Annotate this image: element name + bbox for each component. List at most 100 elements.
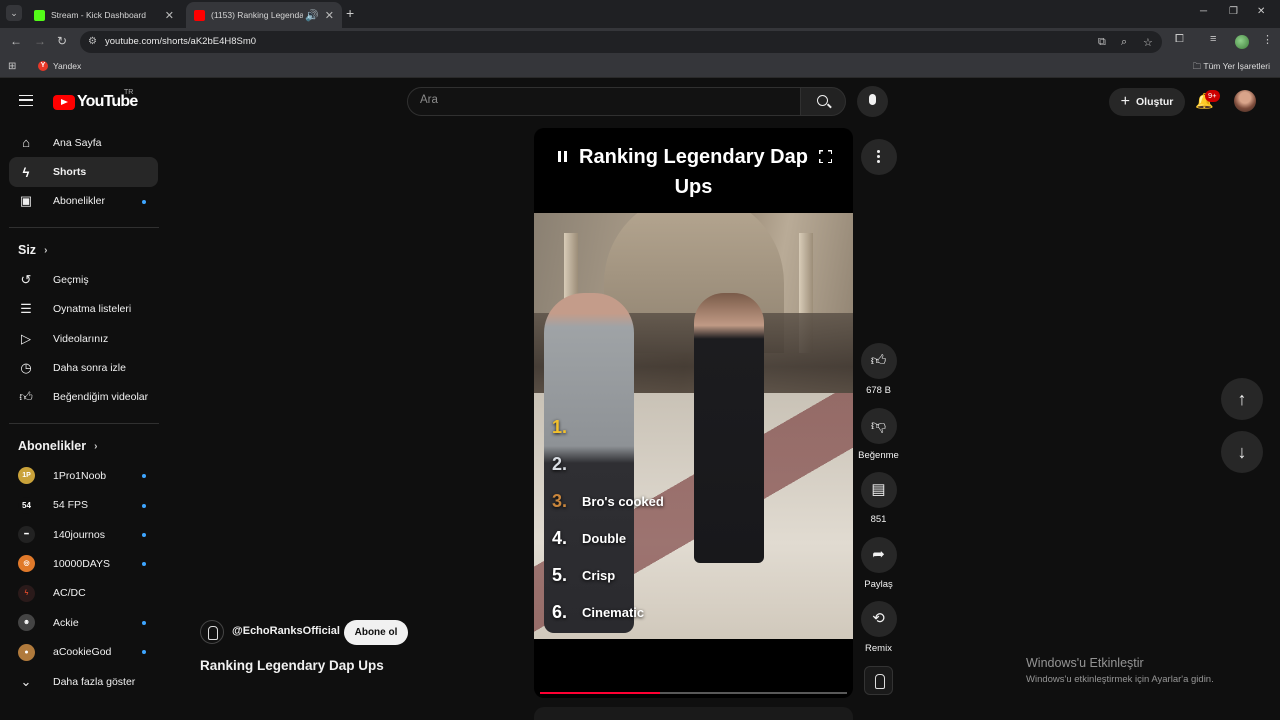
sidebar-heading-you[interactable]: Siz ›	[18, 239, 170, 261]
site-info-icon[interactable]: ⚙	[88, 36, 97, 47]
comment-action[interactable]: ▤ 851	[857, 472, 900, 525]
sidebar-channel-ackie[interactable]: ☻ Ackie	[9, 608, 158, 637]
rank-row: 2.	[552, 446, 664, 483]
extensions-icon[interactable]: ⧠	[1175, 33, 1184, 46]
new-content-dot	[142, 474, 146, 479]
rank-number: 1.	[552, 417, 568, 437]
microphone-icon	[869, 94, 876, 105]
short-title[interactable]: Ranking Legendary Dap Ups	[200, 658, 384, 673]
youtube-logo[interactable]: YouTube TR	[53, 89, 138, 111]
like-count: 678 B	[866, 385, 891, 396]
rank-text: Crisp	[582, 568, 616, 583]
channel-name: 10000DAYS	[53, 557, 111, 570]
browser-tab-strip: ⌄ Stream - Kick Dashboard ✕ (1153) Ranki…	[0, 0, 1280, 28]
subscribe-button[interactable]: Abone ol	[344, 620, 408, 645]
channel-name: 140journos	[53, 528, 105, 541]
more-options-button[interactable]	[861, 139, 897, 175]
sidebar-item-history[interactable]: ↺ Geçmiş	[9, 265, 158, 294]
liked-videos-icon: 👍︎	[19, 389, 33, 405]
channel-avatar: ━	[18, 526, 35, 544]
back-arrow-icon[interactable]: ←	[10, 34, 22, 48]
restore-icon[interactable]: ❐	[1229, 6, 1238, 17]
browser-menu-icon[interactable]: ⋮	[1262, 33, 1273, 46]
rank-number: 3.	[552, 491, 568, 511]
share-arrow-icon[interactable]: ➦	[860, 537, 897, 573]
window-close-icon[interactable]: ✕	[1257, 6, 1265, 17]
like-action[interactable]: 👍︎ 678 B	[857, 343, 900, 396]
dislike-action[interactable]: 👎︎ Beğenme	[857, 408, 900, 461]
previous-short-button[interactable]: ↑	[1221, 378, 1263, 420]
user-avatar[interactable]	[1234, 90, 1256, 112]
sidebar-channel-acdc[interactable]: ϟ AC/DC	[9, 579, 158, 608]
sidebar-item-playlists[interactable]: ☰ Oynatma listeleri	[9, 295, 158, 324]
apps-grid-icon[interactable]: ⊞	[8, 61, 16, 72]
sidebar-channel-140journos[interactable]: ━ 140journos	[9, 520, 158, 549]
sidebar-heading-subscriptions[interactable]: Abonelikler ›	[18, 435, 170, 457]
sidebar-item-label: Oynatma listeleri	[53, 303, 132, 316]
sidebar-channel-acookiegod[interactable]: ● aCookieGod	[9, 637, 158, 666]
shorts-icon: ϟ	[22, 164, 30, 180]
browser-profile-avatar[interactable]	[1235, 35, 1249, 49]
tab-search-chevron-icon[interactable]: ⌄	[6, 5, 22, 21]
sidebar-item-shorts[interactable]: ϟ Shorts	[9, 157, 158, 187]
sidebar-channel-10000days[interactable]: ◎ 10000DAYS	[9, 549, 158, 578]
dislike-icon[interactable]: 👎︎	[860, 408, 897, 444]
media-control-icon[interactable]: ≡	[1210, 33, 1216, 45]
bookmarks-bar: ⊞ Y Yandex 🗀 Tüm Yer İşaretleri	[0, 56, 1280, 78]
create-button[interactable]: + Oluştur	[1109, 88, 1185, 116]
minimize-icon[interactable]: ─	[1200, 6, 1207, 17]
channel-handle[interactable]: @EchoRanksOfficial	[232, 625, 340, 637]
home-icon: ⌂	[22, 135, 30, 151]
sidebar-channel-1pro1noob[interactable]: 1P 1Pro1Noob	[9, 461, 158, 490]
remix-action[interactable]: ⟲ Remix	[857, 601, 900, 654]
rank-number: 5.	[552, 565, 568, 585]
address-bar[interactable]: ⚙ youtube.com/shorts/aK2bE4H8Sm0 ⧉ ⌕ ☆	[80, 31, 1162, 53]
subscriptions-icon: ▣	[19, 193, 33, 209]
comment-icon[interactable]: ▤	[860, 472, 897, 508]
channel-name: aCookieGod	[53, 646, 112, 659]
watch-later-icon: ◷	[20, 360, 32, 376]
voice-search-button[interactable]	[857, 86, 888, 117]
new-content-dot	[142, 199, 146, 204]
speaker-icon[interactable]: 🔊	[305, 9, 319, 22]
hamburger-menu-icon[interactable]	[19, 95, 33, 106]
zoom-icon[interactable]: ⌕	[1121, 36, 1127, 49]
all-bookmarks[interactable]: 🗀 Tüm Yer İşaretleri	[1193, 61, 1270, 75]
windows-activation-watermark: Windows'u Etkinleştir Windows'u etkinleş…	[1026, 656, 1214, 685]
sidebar-channel-54fps[interactable]: 54 54 FPS	[9, 491, 158, 520]
bookmark-yandex[interactable]: Y Yandex	[38, 61, 81, 71]
sidebar-show-more[interactable]: ⌄ Daha fazla göster	[9, 667, 158, 696]
forward-arrow-icon[interactable]: →	[34, 34, 46, 48]
channel-avatar[interactable]	[200, 620, 224, 644]
share-label: Paylaş	[864, 579, 893, 590]
tab-close-icon[interactable]: ✕	[165, 9, 174, 22]
shorts-player[interactable]: Ranking Legendary Dap Ups 1. 2. 3. Bro's …	[534, 128, 853, 698]
video-progress-bar[interactable]	[540, 692, 847, 694]
country-code: TR	[124, 89, 134, 96]
sidebar-item-watch-later[interactable]: ◷ Daha sonra izle	[9, 353, 158, 382]
sidebar-item-liked-videos[interactable]: 👍︎ Beğendiğim videolar	[9, 383, 158, 412]
reload-icon[interactable]: ↻	[57, 34, 67, 48]
new-content-dot	[142, 532, 146, 537]
your-videos-icon: ▷	[21, 330, 31, 346]
channel-name: 54 FPS	[53, 499, 89, 512]
rank-text: Double	[582, 531, 627, 546]
next-short-button[interactable]: ↓	[1221, 431, 1263, 473]
sidebar-item-subscriptions[interactable]: ▣ Abonelikler	[9, 187, 158, 216]
bookmark-star-icon[interactable]: ☆	[1143, 36, 1153, 49]
sidebar-item-your-videos[interactable]: ▷ Videolarınız	[9, 324, 158, 353]
browser-tab-youtube[interactable]: (1153) Ranking Legendary D 🔊 ✕	[186, 2, 342, 28]
new-tab-plus-icon[interactable]: +	[346, 5, 354, 21]
tab-close-icon[interactable]: ✕	[325, 9, 334, 22]
sound-source-thumbnail[interactable]	[864, 666, 893, 695]
search-button[interactable]	[800, 87, 846, 116]
browser-tab-kick[interactable]: Stream - Kick Dashboard ✕	[26, 2, 182, 28]
like-icon[interactable]: 👍︎	[860, 343, 897, 379]
install-app-icon[interactable]: ⧉	[1098, 36, 1106, 49]
sidebar-item-home[interactable]: ⌂ Ana Sayfa	[9, 128, 158, 157]
rank-row: 3. Bro's cooked	[552, 483, 664, 520]
rank-number: 2.	[552, 454, 568, 474]
remix-icon[interactable]: ⟲	[860, 601, 897, 637]
search-input[interactable]	[420, 94, 780, 106]
share-action[interactable]: ➦ Paylaş	[857, 537, 900, 590]
